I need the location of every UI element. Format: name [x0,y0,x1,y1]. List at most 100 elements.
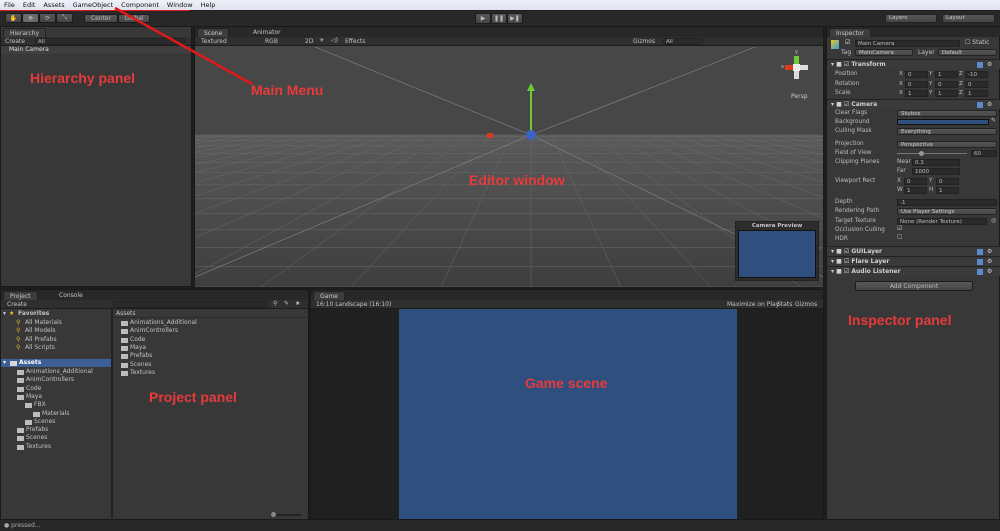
tab-hierarchy[interactable]: Hierarchy [3,28,47,37]
menu-help[interactable]: Help [201,1,216,9]
gear-icon[interactable]: ⚙ [987,60,992,70]
x-axis-handle[interactable] [487,133,493,138]
render-mode-dropdown[interactable]: RGB [265,38,278,45]
foldout-arrow-icon[interactable]: ▾ [3,310,6,318]
favorite-item[interactable]: All Prefabs [25,336,57,344]
project-folder[interactable]: Maya [130,344,146,352]
icon-size-slider[interactable] [271,512,301,517]
far-input[interactable]: 1000 [912,168,960,175]
rotate-tool-button[interactable]: ⟳ [39,13,56,23]
target-texture-field[interactable]: None (Render Texture) [897,218,987,225]
filter-label-icon[interactable]: ✎ [284,300,289,307]
layer-dropdown[interactable]: Default [938,49,997,56]
project-folder[interactable]: Code [130,336,145,344]
create-button[interactable]: Create [5,38,25,45]
rendering-path-dropdown[interactable]: Use Player Settings [897,208,997,215]
position-z-input[interactable]: -10 [965,71,988,78]
rotation-x-input[interactable]: 0 [905,80,928,88]
foldout-arrow-icon[interactable]: ▾ [831,101,834,108]
pane-divider[interactable] [111,309,113,521]
scale-x-input[interactable]: 1 [905,90,928,97]
enabled-checkbox[interactable]: ☑ [844,101,849,108]
enabled-checkbox[interactable]: ☑ [844,248,849,255]
scene-orientation-gizmo[interactable]: y x [781,49,811,87]
scale-z-input[interactable]: 1 [965,90,988,97]
fov-slider[interactable] [897,153,967,154]
project-folder[interactable]: Scenes [130,361,151,369]
menu-assets[interactable]: Assets [43,1,64,9]
project-tree-item[interactable]: Maya [26,393,42,401]
step-icon[interactable]: ▶❚ [507,13,523,24]
pivot-center-button[interactable]: Center [84,14,118,23]
component-header-flare-layer[interactable]: ▾ ■ ☑ Flare Layer ⚙ [827,256,1000,266]
menu-window[interactable]: Window [167,1,193,9]
near-input[interactable]: 0.3 [912,159,960,166]
audio-icon[interactable]: ◁) [331,37,338,44]
enabled-checkbox[interactable]: ☑ [844,61,849,68]
object-picker-icon[interactable]: ◎ [991,217,996,224]
component-header-camera[interactable]: ▾ ■ ☑ Camera ⚙ [827,99,1000,109]
favorite-star-icon[interactable]: ★ [295,300,300,307]
menu-gameobject[interactable]: GameObject [73,1,114,9]
assets-selected-row[interactable] [1,359,111,367]
enabled-checkbox[interactable]: ☑ [844,258,849,265]
game-gizmos-dropdown[interactable]: Gizmos [795,301,817,308]
menu-edit[interactable]: Edit [23,1,36,9]
fov-slider-handle[interactable] [919,151,924,156]
rotation-z-input[interactable]: 0 [965,80,988,88]
project-tree-item[interactable]: Scenes [34,418,55,426]
2d-toggle[interactable]: 2D [305,38,313,45]
tag-dropdown[interactable]: MainCamera [855,49,913,56]
effects-dropdown[interactable]: Effects [345,38,365,45]
favorite-item[interactable]: All Models [25,327,56,335]
rotation-y-input[interactable]: 0 [935,80,958,88]
favorite-item[interactable]: All Scripts [25,344,55,352]
project-tree-item[interactable]: Prefabs [26,426,48,434]
active-checkbox[interactable]: ☑ [845,39,850,46]
hierarchy-item-main-camera[interactable]: Main Camera [1,46,191,54]
viewport-x-input[interactable]: 0 [904,178,927,185]
tab-console[interactable]: Console [59,291,83,300]
lighting-icon[interactable]: ☀ [319,37,324,44]
scene-search-input[interactable]: All [663,38,703,45]
project-tree-item[interactable]: Textures [26,443,51,451]
menu-component[interactable]: Component [121,1,159,9]
project-breadcrumb[interactable]: Assets [113,309,308,318]
help-icon[interactable] [977,259,983,265]
gear-icon[interactable]: ⚙ [987,267,992,277]
projection-dropdown[interactable]: Perspective [897,141,997,148]
foldout-arrow-icon[interactable]: ▾ [831,268,834,275]
play-icon[interactable]: ▶ [475,13,491,24]
object-name-input[interactable]: Main Camera [855,40,960,47]
help-icon[interactable] [977,102,983,108]
fov-input[interactable]: 60 [971,150,997,157]
tab-scene[interactable]: Scene [197,28,230,37]
viewport-w-input[interactable]: 1 [904,187,927,194]
tab-project[interactable]: Project [3,291,38,300]
filter-type-icon[interactable]: ⚲ [273,300,277,307]
tab-game[interactable]: Game [313,291,345,300]
assets-root[interactable]: Assets [19,359,41,367]
foldout-arrow-icon[interactable]: ▾ [831,248,834,255]
tab-animator[interactable]: Animator [253,28,281,37]
tab-inspector[interactable]: Inspector [829,28,871,37]
menu-file[interactable]: File [4,1,15,9]
occlusion-checkbox[interactable]: ☑ [897,225,902,232]
component-header-audio-listener[interactable]: ▾ ■ ☑ Audio Listener ⚙ [827,266,1000,276]
stats-toggle[interactable]: Stats [777,301,792,308]
favorite-item[interactable]: All Materials [25,319,62,327]
component-header-transform[interactable]: ▾ ■ ☑ Transform ⚙ [827,59,1000,69]
project-folder[interactable]: Textures [130,369,155,377]
clear-flags-dropdown[interactable]: Skybox [897,110,997,117]
background-color-swatch[interactable] [897,119,989,125]
game-view[interactable] [399,309,737,519]
move-tool-button[interactable]: ✥ [22,13,39,23]
gizmos-dropdown[interactable]: Gizmos [633,38,655,45]
scale-y-input[interactable]: 1 [935,90,958,97]
component-header-guilayer[interactable]: ▾ ■ ☑ GUILayer ⚙ [827,246,1000,256]
camera-icon[interactable] [526,130,536,140]
project-create-button[interactable]: Create [7,301,27,308]
project-tree-item[interactable]: AnimControllers [26,376,74,384]
pivot-global-button[interactable]: Global [118,14,150,23]
project-folder[interactable]: Animations_Additional [130,319,197,327]
